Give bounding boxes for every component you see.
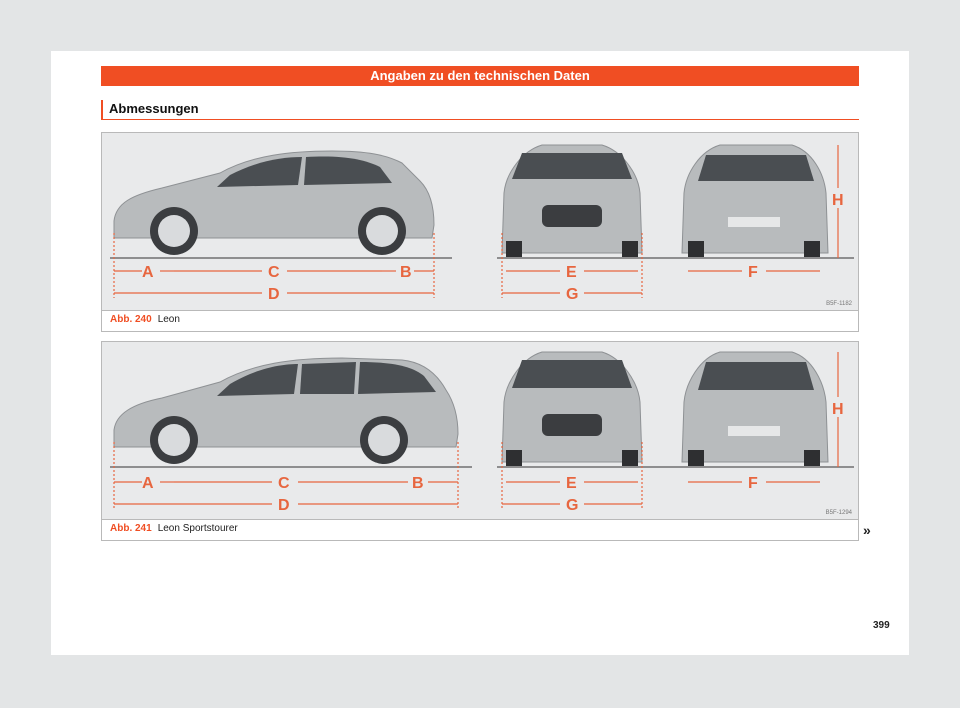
- dim-label-h: H: [832, 192, 844, 209]
- dim-label-d: D: [278, 497, 290, 514]
- page-number: 399: [873, 620, 890, 631]
- car-rear-view: [681, 144, 829, 257]
- dim-label-h: H: [832, 401, 844, 418]
- figure-image-leon: A C B D E G F H B5F-1182: [102, 133, 858, 311]
- chapter-header: Angaben zu den technischen Daten: [101, 66, 859, 86]
- dim-label-f: F: [748, 475, 758, 492]
- continue-mark: »: [863, 522, 871, 538]
- section-title: Abmessungen: [101, 100, 859, 120]
- manual-page: Angaben zu den technischen Daten Abmessu…: [51, 51, 909, 655]
- dim-label-g: G: [566, 286, 578, 303]
- figure-number: Abb. 240: [110, 314, 152, 325]
- figure-image-leon-sportstourer: A C B D E G F H B5F-1294: [102, 342, 858, 520]
- figure-caption-text: Leon Sportstourer: [157, 523, 238, 534]
- car-front-view: [501, 351, 643, 466]
- dim-label-e: E: [566, 475, 577, 492]
- dimension-drawing-leon-sportstourer: A C B D E G F H: [110, 351, 854, 514]
- dim-label-c: C: [268, 264, 280, 281]
- car-side-view: [113, 150, 435, 255]
- figure-code: B5F-1182: [826, 301, 852, 307]
- dim-label-g: G: [566, 497, 578, 514]
- car-side-view: [113, 357, 459, 464]
- figure-caption-text: Leon: [157, 314, 180, 325]
- dim-label-a: A: [142, 475, 154, 492]
- dim-label-c: C: [278, 475, 290, 492]
- car-front-view: [501, 144, 643, 257]
- figure-240: A C B D E G F H B5F-1182 Abb. 240 Leon: [101, 132, 859, 332]
- dimension-drawing-leon: A C B D E G F H: [110, 144, 854, 303]
- dim-label-b: B: [412, 475, 424, 492]
- figure-caption: Abb. 241 Leon Sportstourer: [110, 523, 238, 534]
- figure-number: Abb. 241: [110, 523, 152, 534]
- dim-label-a: A: [142, 264, 154, 281]
- dim-label-e: E: [566, 264, 577, 281]
- dim-label-d: D: [268, 286, 280, 303]
- dim-label-b: B: [400, 264, 412, 281]
- figure-code: B5F-1294: [825, 510, 852, 516]
- figure-caption: Abb. 240 Leon: [110, 314, 180, 325]
- dim-label-f: F: [748, 264, 758, 281]
- figure-241: A C B D E G F H B5F-1294 Abb. 241 Leon Sp…: [101, 341, 859, 541]
- car-rear-view: [681, 351, 829, 466]
